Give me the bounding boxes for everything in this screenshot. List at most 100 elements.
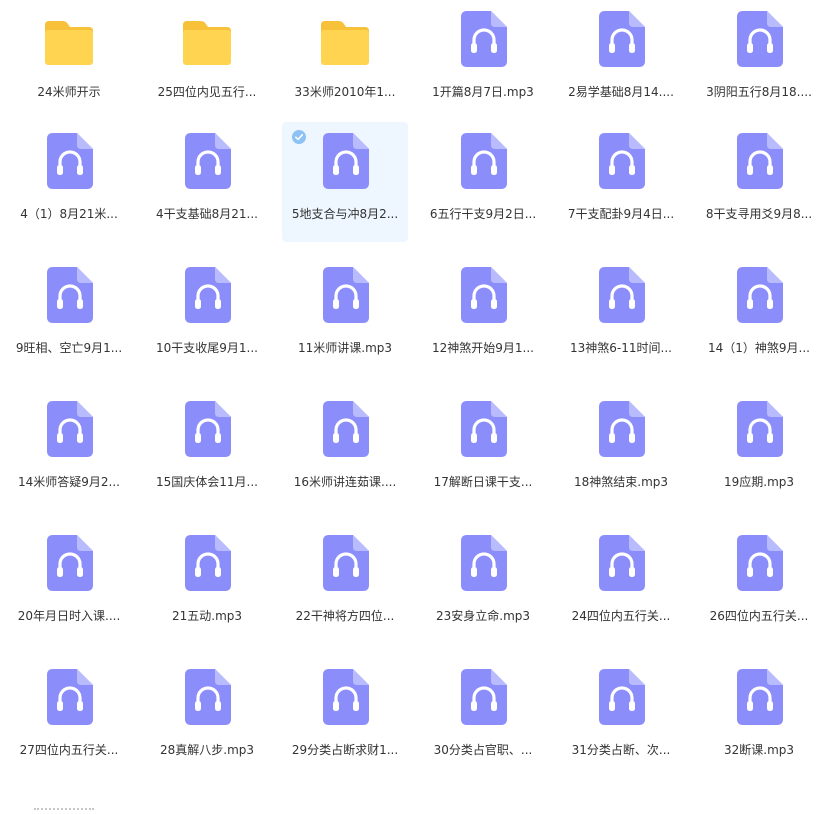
file-name-label: 13神煞6-11时间... — [570, 341, 672, 355]
file-name-label: 17解断日课干支... — [433, 475, 533, 489]
file-item[interactable]: 24四位内五行关... — [558, 524, 684, 644]
audio-file-icon — [181, 133, 233, 191]
file-name-label: 22干神将方四位... — [295, 609, 395, 623]
audio-file-icon — [319, 133, 371, 191]
audio-file-icon — [43, 669, 95, 727]
file-item[interactable]: 30分类占官职、... — [420, 658, 546, 778]
file-name-label: 14（1）神煞9月... — [708, 341, 810, 355]
folder-item[interactable]: 33米师2010年1... — [282, 0, 408, 120]
file-name-label: 20年月日时入课.... — [17, 609, 121, 623]
file-item[interactable]: 32断课.mp3 — [696, 658, 822, 778]
file-name-label: 32断课.mp3 — [723, 743, 795, 757]
audio-file-icon — [319, 267, 371, 325]
file-item[interactable]: 28真解八步.mp3 — [144, 658, 270, 778]
file-item[interactable]: 23安身立命.mp3 — [420, 524, 546, 644]
file-item[interactable]: 12神煞开始9月1... — [420, 256, 546, 376]
audio-file-icon — [43, 133, 95, 191]
audio-file-icon — [595, 133, 647, 191]
file-item[interactable]: 17解断日课干支... — [420, 390, 546, 510]
file-item[interactable]: 19应期.mp3 — [696, 390, 822, 510]
audio-file-icon — [595, 669, 647, 727]
file-name-label: 29分类占断求财1... — [291, 743, 399, 757]
file-item[interactable]: 20年月日时入课.... — [6, 524, 132, 644]
file-item[interactable]: 16米师讲连茹课.... — [282, 390, 408, 510]
file-name-label: 9旺相、空亡9月1... — [15, 341, 123, 355]
audio-file-icon — [733, 267, 785, 325]
file-name-label: 4干支基础8月21... — [156, 207, 258, 221]
audio-file-icon — [181, 401, 233, 459]
file-name-label: 23安身立命.mp3 — [435, 609, 531, 623]
file-item[interactable]: 29分类占断求财1... — [282, 658, 408, 778]
partial-next-row-item — [34, 808, 94, 814]
file-name-label: 10干支收尾9月1... — [156, 341, 258, 355]
selected-check-icon[interactable] — [292, 129, 306, 144]
folder-icon — [43, 17, 95, 69]
file-name-label: 24米师开示 — [37, 85, 101, 99]
audio-file-icon — [595, 401, 647, 459]
file-name-label: 11米师讲课.mp3 — [297, 341, 393, 355]
audio-file-icon — [733, 133, 785, 191]
audio-file-icon — [733, 11, 785, 69]
file-name-label: 18神煞结束.mp3 — [573, 475, 669, 489]
file-item[interactable]: 21五动.mp3 — [144, 524, 270, 644]
audio-file-icon — [181, 535, 233, 593]
file-name-label: 3阴阳五行8月18.... — [706, 85, 812, 99]
audio-file-icon — [319, 535, 371, 593]
file-item[interactable]: 3阴阳五行8月18.... — [696, 0, 822, 120]
file-name-label: 25四位内见五行... — [157, 85, 257, 99]
file-item[interactable]: 11米师讲课.mp3 — [282, 256, 408, 376]
file-item[interactable]: 18神煞结束.mp3 — [558, 390, 684, 510]
audio-file-icon — [457, 535, 509, 593]
audio-file-icon — [457, 267, 509, 325]
audio-file-icon — [457, 669, 509, 727]
folder-icon — [181, 17, 233, 69]
file-name-label: 26四位内五行关... — [709, 609, 809, 623]
file-item[interactable]: 2易学基础8月14.... — [558, 0, 684, 120]
file-item[interactable]: 8干支寻用爻9月8... — [696, 122, 822, 242]
file-item[interactable]: 4干支基础8月21... — [144, 122, 270, 242]
audio-file-icon — [733, 535, 785, 593]
file-item[interactable]: 14米师答疑9月2... — [6, 390, 132, 510]
file-item[interactable]: 31分类占断、次... — [558, 658, 684, 778]
file-name-label: 8干支寻用爻9月8... — [705, 207, 813, 221]
file-item[interactable]: 6五行干支9月2日... — [420, 122, 546, 242]
file-name-label: 5地支合与冲8月2... — [291, 207, 399, 221]
audio-file-icon — [457, 401, 509, 459]
file-item[interactable]: 22干神将方四位... — [282, 524, 408, 644]
audio-file-icon — [457, 11, 509, 69]
file-name-label: 4（1）8月21米... — [20, 207, 118, 221]
audio-file-icon — [595, 267, 647, 325]
file-item[interactable]: 10干支收尾9月1... — [144, 256, 270, 376]
audio-file-icon — [181, 669, 233, 727]
file-item[interactable]: 1开篇8月7日.mp3 — [420, 0, 546, 120]
audio-file-icon — [595, 11, 647, 69]
file-name-label: 19应期.mp3 — [723, 475, 795, 489]
folder-item[interactable]: 25四位内见五行... — [144, 0, 270, 120]
file-item[interactable]: 14（1）神煞9月... — [696, 256, 822, 376]
file-item[interactable]: 26四位内五行关... — [696, 524, 822, 644]
file-name-label: 27四位内五行关... — [19, 743, 119, 757]
file-grid: 24米师开示 25四位内见五行... 33米师2010年1... 1开篇8月7日… — [0, 0, 832, 812]
file-item[interactable]: 7干支配卦9月4日... — [558, 122, 684, 242]
file-item[interactable]: 15国庆体会11月... — [144, 390, 270, 510]
audio-file-icon — [733, 401, 785, 459]
audio-file-icon — [733, 669, 785, 727]
audio-file-icon — [457, 133, 509, 191]
file-item[interactable]: 9旺相、空亡9月1... — [6, 256, 132, 376]
folder-item[interactable]: 24米师开示 — [6, 0, 132, 120]
audio-file-icon — [181, 267, 233, 325]
file-item[interactable]: 5地支合与冲8月2... — [282, 122, 408, 242]
file-name-label: 33米师2010年1... — [294, 85, 396, 99]
file-name-label: 30分类占官职、... — [433, 743, 533, 757]
file-name-label: 7干支配卦9月4日... — [567, 207, 675, 221]
file-item[interactable]: 27四位内五行关... — [6, 658, 132, 778]
file-name-label: 1开篇8月7日.mp3 — [432, 85, 534, 99]
file-name-label: 2易学基础8月14.... — [568, 85, 674, 99]
file-item[interactable]: 4（1）8月21米... — [6, 122, 132, 242]
folder-icon — [319, 17, 371, 69]
file-name-label: 15国庆体会11月... — [156, 475, 258, 489]
audio-file-icon — [43, 535, 95, 593]
file-item[interactable]: 13神煞6-11时间... — [558, 256, 684, 376]
file-name-label: 16米师讲连茹课.... — [293, 475, 397, 489]
file-name-label: 28真解八步.mp3 — [159, 743, 255, 757]
